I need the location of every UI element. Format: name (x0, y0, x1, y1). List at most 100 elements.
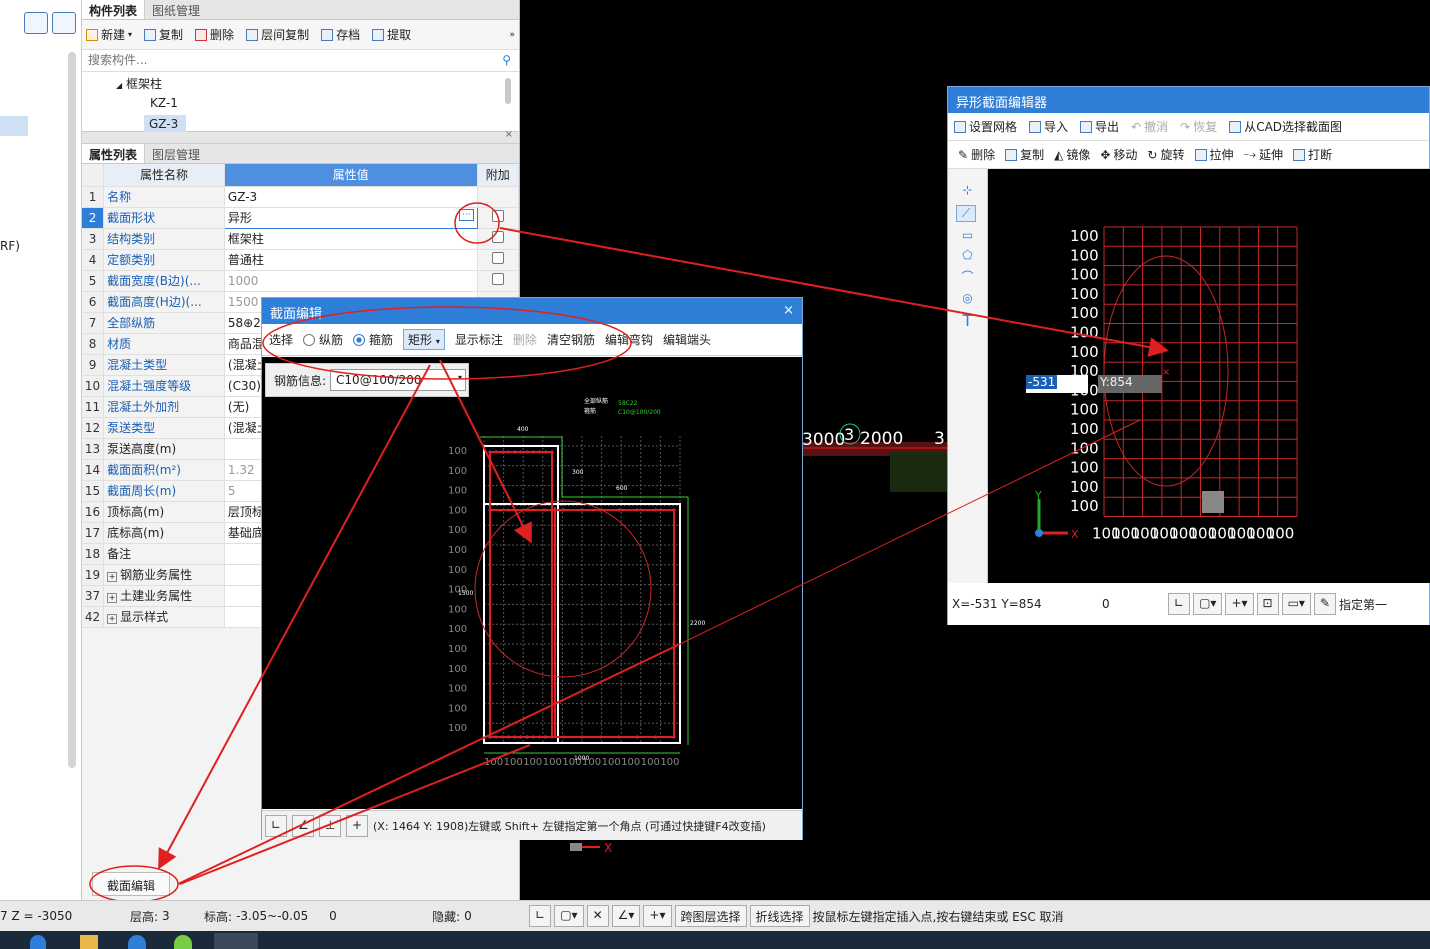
selected-row[interactable] (0, 116, 28, 136)
delete-button[interactable]: 删除 (513, 331, 537, 348)
shape-dropdown[interactable]: 矩形 ▾ (403, 329, 445, 350)
folder-icon[interactable] (80, 935, 98, 949)
snap-icon[interactable]: +▾ (643, 905, 672, 927)
show-label-button[interactable]: 显示标注 (455, 331, 503, 348)
list-view-icon[interactable] (24, 12, 48, 34)
checkbox[interactable] (491, 231, 504, 243)
tree-group[interactable]: ◢ 框架柱 (116, 75, 162, 92)
lock-icon[interactable] (1202, 491, 1224, 513)
expand-icon[interactable]: + (107, 572, 118, 582)
close-button[interactable]: × (783, 303, 794, 319)
table-row[interactable]: 1 名称 GZ-3 (82, 186, 520, 208)
import-button[interactable]: 导入 (1029, 118, 1068, 135)
polar-icon[interactable]: ∠ (292, 814, 314, 837)
tab-layer-manage[interactable]: 图层管理 (145, 144, 207, 163)
mirror-button[interactable]: ◭ 镜像 (1054, 146, 1090, 163)
extra-cell[interactable] (477, 270, 520, 292)
ortho-icon[interactable]: ∟ (529, 905, 552, 927)
tab-property-list[interactable]: 属性列表 (82, 144, 146, 163)
stretch-button[interactable]: 拉伸 (1194, 146, 1234, 163)
delete-button[interactable]: ✎ 删除 (958, 146, 995, 163)
copy-button[interactable]: 复制 (144, 26, 183, 43)
property-value[interactable]: 1000 (224, 270, 478, 292)
break-button[interactable]: 打断 (1293, 146, 1332, 163)
extend-button[interactable]: ⤍ 延伸 (1244, 146, 1284, 163)
stirrup-radio[interactable]: 箍筋 (353, 331, 393, 348)
property-value[interactable]: 框架柱 (224, 228, 478, 250)
active-app-icon[interactable] (214, 933, 258, 949)
text-icon[interactable]: T (948, 311, 987, 330)
tree-item-gz3[interactable]: GZ-3 (144, 115, 186, 133)
copy-button[interactable]: 复制 (1005, 146, 1044, 163)
edit-end-button[interactable]: 编辑端头 (663, 331, 711, 348)
checkbox[interactable] (491, 210, 504, 222)
set-grid-button[interactable]: 设置网格 (954, 118, 1017, 135)
coord-x-input[interactable]: -531 (1026, 375, 1088, 393)
ortho-icon[interactable]: ∟ (265, 814, 287, 837)
scrollbar[interactable] (68, 52, 76, 768)
editor-canvas[interactable]: 100 100 100 100 100 100 100 100 100 100 100 100 100 1… (988, 169, 1430, 583)
app-icon[interactable] (30, 935, 46, 949)
arc-icon[interactable]: ⌒ (948, 268, 987, 285)
section-edit-button[interactable]: 截面编辑 (92, 872, 170, 896)
angle-icon[interactable]: ⊥ (319, 814, 341, 837)
search-icon[interactable]: ⚲ (502, 53, 511, 67)
point-icon[interactable]: ⊹ (948, 183, 987, 197)
rect-select-icon[interactable]: ▢▾ (554, 905, 584, 927)
edit-icon[interactable]: ✎ (1313, 593, 1337, 615)
property-value[interactable]: GZ-3 (224, 186, 478, 208)
snap-icon[interactable]: + (346, 814, 368, 837)
edit-hook-button[interactable]: 编辑弯钩 (605, 331, 653, 348)
tree-scrollbar[interactable] (505, 78, 511, 104)
more-icon[interactable]: » (509, 30, 515, 40)
extra-cell[interactable] (477, 207, 520, 229)
extra-cell[interactable] (477, 249, 520, 271)
grid-view-icon[interactable] (52, 12, 76, 34)
from-cad-button[interactable]: 从CAD选择截面图 (1229, 118, 1342, 135)
extra-cell[interactable] (477, 228, 520, 250)
move-button[interactable]: ✥ 移动 (1100, 146, 1137, 163)
rotate-button[interactable]: ↻ 旋转 (1147, 146, 1184, 163)
select-button[interactable]: 选择 (269, 331, 293, 348)
longitudinal-radio[interactable]: 纵筋 (303, 331, 343, 348)
checkbox[interactable] (491, 252, 504, 264)
browser-icon[interactable] (128, 935, 146, 949)
table-row[interactable]: 3 结构类别 框架柱 (82, 228, 520, 250)
section-canvas[interactable]: 钢筋信息: C10@100/200 ▾ 100 100 100 100 100 100 100… (262, 357, 802, 809)
chat-icon[interactable] (174, 935, 192, 949)
circle-icon[interactable]: ◎ (948, 291, 987, 305)
angle-icon[interactable]: ∠▾ (611, 905, 641, 927)
undo-button[interactable]: ↶ 撤消 (1131, 118, 1168, 135)
extract-button[interactable]: 提取 (372, 26, 411, 43)
rect-select-icon[interactable]: ▢▾ (1193, 593, 1223, 615)
property-value[interactable]: 普通柱 (224, 249, 478, 271)
redo-button[interactable]: ↷ 恢复 (1180, 118, 1217, 135)
property-value[interactable]: 异形 ··· (223, 206, 478, 229)
floor-copy-button[interactable]: 层间复制 (246, 26, 309, 43)
delete-button[interactable]: 删除 (195, 26, 234, 43)
table-row[interactable]: 2 截面形状 异形 ··· (82, 206, 520, 229)
checkbox[interactable] (491, 273, 504, 285)
cross-icon[interactable]: ✕ (586, 905, 609, 927)
coord-y-input[interactable]: Y:854 (1098, 375, 1162, 393)
line-icon[interactable]: ⟋ (956, 205, 976, 222)
close-icon[interactable]: × (505, 129, 513, 140)
search-input[interactable] (82, 50, 482, 70)
extra-cell[interactable] (477, 186, 520, 208)
new-button[interactable]: 新建 ▾ (86, 26, 132, 43)
cross-layer-button[interactable]: 跨图层选择 (674, 905, 747, 927)
layer-icon[interactable]: ▭▾ (1281, 593, 1311, 615)
more-icon[interactable]: ··· (459, 209, 474, 221)
export-button[interactable]: 导出 (1080, 118, 1119, 135)
polyline-button[interactable]: 折线选择 (749, 905, 810, 927)
snap-icon[interactable]: +▾ (1225, 593, 1254, 615)
ortho-icon[interactable]: ∟ (1168, 593, 1191, 615)
table-row[interactable]: 4 定额类别 普通柱 (82, 249, 520, 271)
expand-icon[interactable]: + (107, 614, 118, 624)
rectangle-icon[interactable]: ▭ (948, 228, 987, 242)
clear-rebar-button[interactable]: 清空钢筋 (547, 331, 595, 348)
polygon-icon[interactable]: ⬠ (948, 248, 987, 262)
expand-icon[interactable]: + (107, 593, 118, 603)
tree-item-kz1[interactable]: KZ-1 (150, 96, 178, 110)
point-snap-icon[interactable]: ⊡ (1256, 593, 1279, 615)
